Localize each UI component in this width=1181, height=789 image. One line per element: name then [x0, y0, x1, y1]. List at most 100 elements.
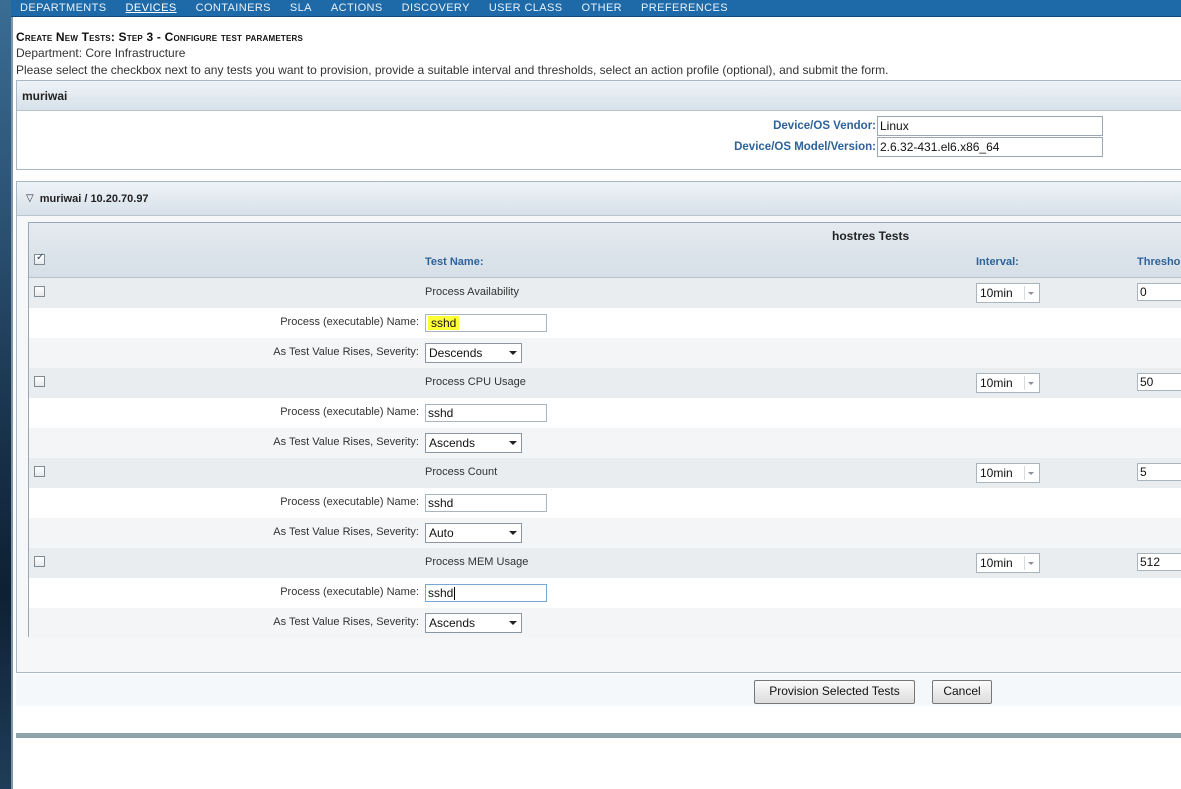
tests-panel: ▽ muriwai / 10.20.70.97 hostres Tests Te…: [16, 181, 1181, 673]
instructions-text: Please select the checkbox next to any t…: [16, 63, 889, 77]
severity-select[interactable]: Ascends: [425, 613, 522, 633]
nav-preferences[interactable]: PREFERENCES: [641, 2, 728, 14]
tests-table: hostres Tests Test Name: Interval: Thres…: [28, 222, 1181, 638]
interval-select[interactable]: 10min: [976, 553, 1040, 573]
test-row: Process Availability 10min 0: [29, 278, 1181, 308]
test-checkbox[interactable]: [34, 466, 45, 477]
dropdown-arrow-icon: [509, 531, 517, 535]
nav-actions[interactable]: ACTIONS: [331, 2, 383, 14]
tests-panel-header[interactable]: ▽ muriwai / 10.20.70.97: [17, 182, 1181, 216]
footer-divider: [16, 733, 1181, 738]
process-name-label: Process (executable) Name:: [280, 496, 419, 508]
vendor-label: Device/OS Vendor:: [773, 120, 876, 132]
provision-button[interactable]: Provision Selected Tests: [754, 680, 915, 704]
device-name-header: muriwai: [17, 81, 1181, 111]
test-row: Process MEM Usage 10min 512: [29, 548, 1181, 578]
param-row: As Test Value Rises, Severity: Descends: [29, 338, 1181, 368]
dropdown-arrow-icon: [1028, 562, 1034, 565]
threshold-input[interactable]: 50: [1137, 373, 1181, 391]
text-caret: [454, 587, 456, 601]
nav-discovery[interactable]: DISCOVERY: [402, 2, 470, 14]
dropdown-arrow-icon: [509, 621, 517, 625]
severity-label: As Test Value Rises, Severity:: [273, 616, 419, 628]
test-name: Process Availability: [425, 286, 519, 298]
vendor-row: Device/OS Vendor: Linux: [773, 116, 1103, 136]
tests-table-title: hostres Tests: [832, 229, 910, 243]
window-border: [11, 0, 13, 789]
threshold-input[interactable]: 0: [1137, 283, 1181, 301]
nav-user-class[interactable]: USER CLASS: [489, 2, 563, 14]
model-label: Device/OS Model/Version:: [734, 141, 876, 153]
cancel-button[interactable]: Cancel: [932, 680, 992, 704]
interval-value: 10min: [980, 286, 1013, 300]
param-row: As Test Value Rises, Severity: Auto: [29, 518, 1181, 548]
test-row: Process CPU Usage 10min 50: [29, 368, 1181, 398]
severity-select[interactable]: Descends: [425, 343, 522, 363]
nav-other[interactable]: OTHER: [582, 2, 623, 14]
severity-label: As Test Value Rises, Severity:: [273, 436, 419, 448]
test-checkbox[interactable]: [34, 556, 45, 567]
threshold-input[interactable]: 512: [1137, 553, 1181, 571]
col-threshold: Thresho: [1137, 256, 1181, 268]
select-all-checkbox[interactable]: [34, 252, 45, 265]
process-name-input[interactable]: sshd: [425, 404, 547, 422]
dropdown-arrow-icon: [1028, 472, 1034, 475]
severity-value: Ascends: [429, 616, 476, 630]
dropdown-arrow-icon: [1028, 292, 1034, 295]
interval-value: 10min: [980, 466, 1013, 480]
interval-select[interactable]: 10min: [976, 283, 1040, 303]
tests-table-header: hostres Tests Test Name: Interval: Thres…: [29, 223, 1181, 278]
nav-sla[interactable]: SLA: [290, 2, 312, 14]
test-name: Process MEM Usage: [425, 556, 529, 568]
param-row: Process (executable) Name: sshd: [29, 578, 1181, 608]
param-row: Process (executable) Name: sshd: [29, 398, 1181, 428]
param-row: Process (executable) Name: sshd: [29, 308, 1181, 338]
nav-devices[interactable]: DEVICES: [126, 2, 177, 14]
severity-select[interactable]: Auto: [425, 523, 522, 543]
nav-containers[interactable]: CONTAINERS: [196, 2, 271, 14]
interval-select[interactable]: 10min: [976, 373, 1040, 393]
severity-label: As Test Value Rises, Severity:: [273, 346, 419, 358]
process-name-input[interactable]: sshd: [425, 494, 547, 512]
process-name-label: Process (executable) Name:: [280, 406, 419, 418]
param-row: Process (executable) Name: sshd: [29, 488, 1181, 518]
top-navigation: DEPARTMENTS DEVICES CONTAINERS SLA ACTIO…: [11, 0, 1181, 17]
test-checkbox[interactable]: [34, 376, 45, 387]
test-name: Process CPU Usage: [425, 376, 526, 388]
button-bar: Provision Selected Tests Cancel: [16, 674, 1181, 706]
process-name-input[interactable]: sshd: [425, 584, 547, 602]
host-address-label: muriwai / 10.20.70.97: [39, 192, 149, 205]
collapse-triangle-icon[interactable]: ▽: [26, 193, 34, 204]
severity-label: As Test Value Rises, Severity:: [273, 526, 419, 538]
page-title: Create New Tests: Step 3 - Configure tes…: [16, 30, 304, 44]
interval-value: 10min: [980, 376, 1013, 390]
department-label: Department: Core Infrastructure: [16, 46, 186, 60]
col-interval: Interval:: [976, 256, 1019, 268]
param-row: As Test Value Rises, Severity: Ascends: [29, 428, 1181, 458]
interval-value: 10min: [980, 556, 1013, 570]
vendor-field[interactable]: Linux: [877, 116, 1103, 136]
severity-value: Ascends: [429, 436, 476, 450]
desktop-edge: [0, 0, 11, 789]
process-name-value: sshd: [428, 586, 454, 600]
dropdown-arrow-icon: [509, 441, 517, 445]
severity-value: Descends: [429, 346, 483, 360]
model-row: Device/OS Model/Version: 2.6.32-431.el6.…: [734, 137, 1103, 157]
dropdown-arrow-icon: [509, 351, 517, 355]
col-test-name: Test Name:: [425, 256, 484, 268]
process-name-label: Process (executable) Name:: [280, 586, 419, 598]
highlighted-text: sshd: [428, 316, 460, 330]
process-name-input[interactable]: sshd: [425, 314, 547, 332]
nav-departments[interactable]: DEPARTMENTS: [20, 2, 107, 14]
test-checkbox[interactable]: [34, 286, 45, 297]
process-name-label: Process (executable) Name:: [280, 316, 419, 328]
test-row: Process Count 10min 5: [29, 458, 1181, 488]
interval-select[interactable]: 10min: [976, 463, 1040, 483]
model-field[interactable]: 2.6.32-431.el6.x86_64: [877, 137, 1103, 157]
param-row: As Test Value Rises, Severity: Ascends: [29, 608, 1181, 638]
threshold-input[interactable]: 5: [1137, 463, 1181, 481]
test-name: Process Count: [425, 466, 498, 478]
dropdown-arrow-icon: [1028, 382, 1034, 385]
device-info-panel: muriwai Device/OS Vendor: Linux Device/O…: [16, 80, 1181, 170]
severity-select[interactable]: Ascends: [425, 433, 522, 453]
